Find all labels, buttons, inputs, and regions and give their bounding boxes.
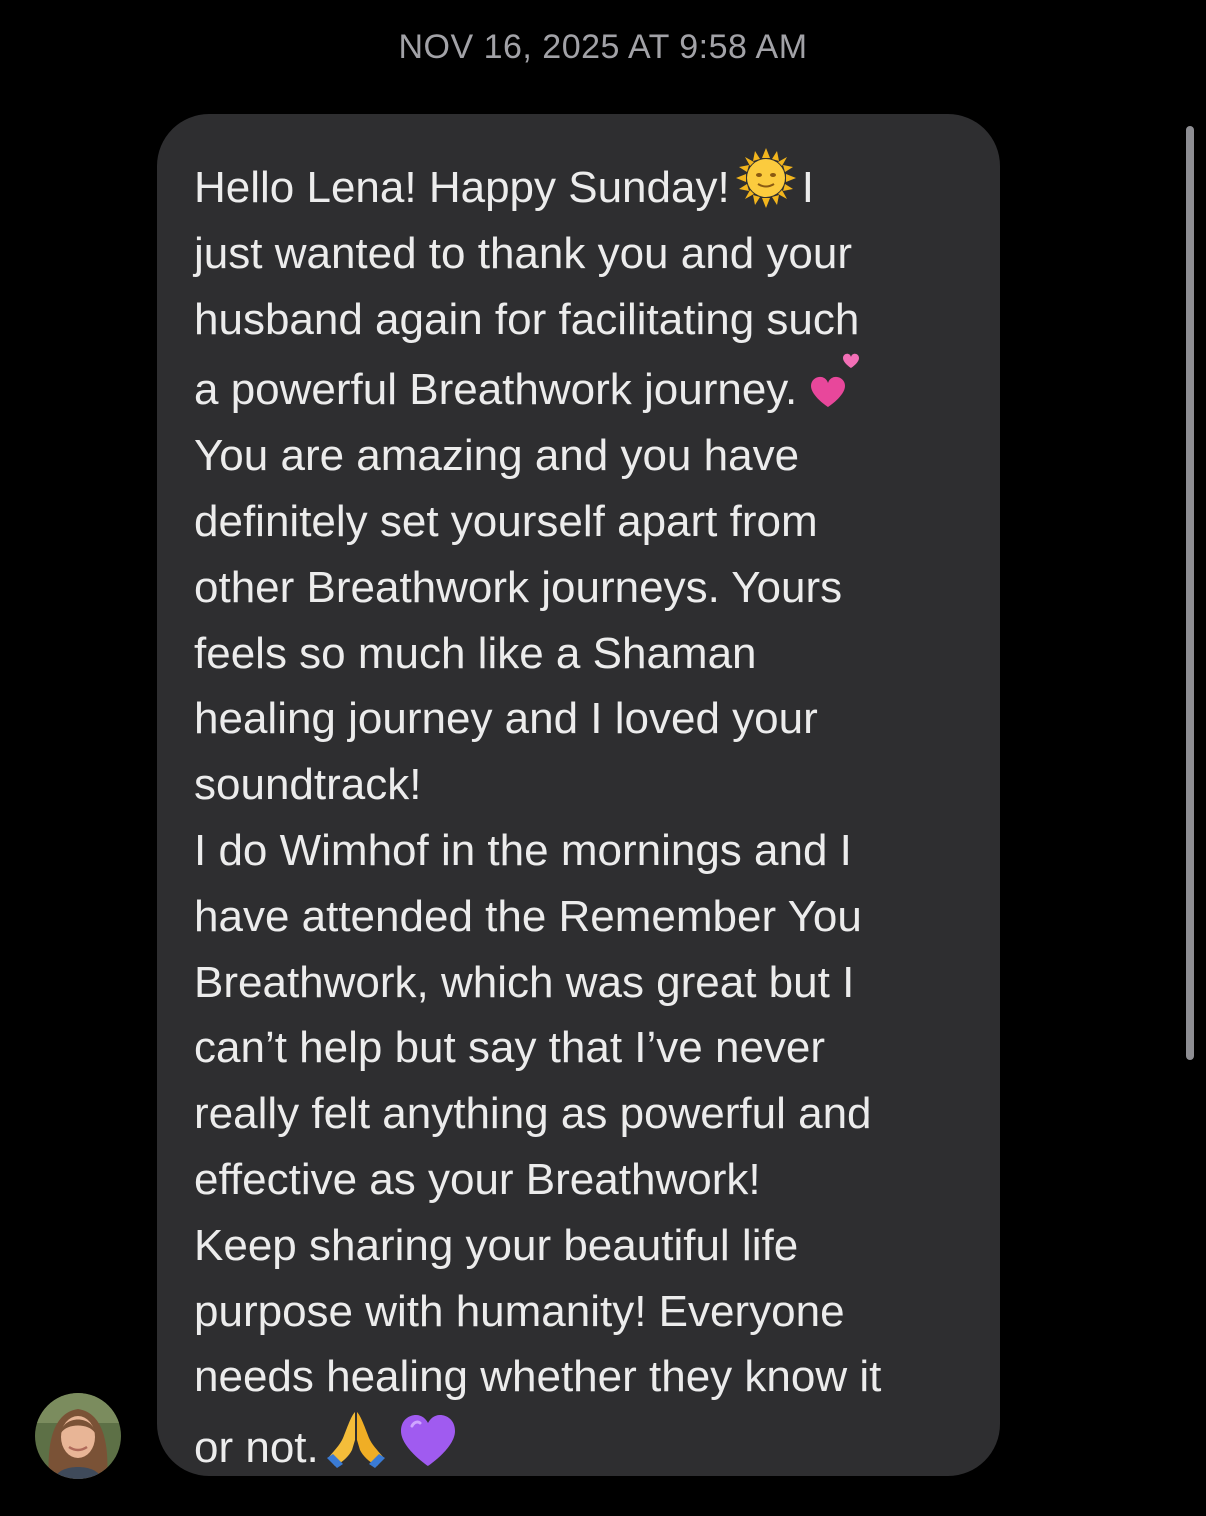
message-line: effective as your Breathwork! [194, 1154, 761, 1204]
message-line: healing journey and I loved your [194, 694, 818, 744]
message-line: really felt anything as powerful and [194, 1089, 872, 1139]
message-line: definitely set yourself apart from [194, 496, 818, 546]
folded-hands-icon [325, 1410, 387, 1469]
message-line: I do Wimhof in the mornings and I [194, 825, 852, 875]
message-line: You are amazing and you have [194, 431, 800, 481]
message-line: feels so much like a Shaman [194, 628, 757, 678]
two-hearts-icon [803, 352, 865, 410]
message-line: husband again for facilitating such [194, 294, 860, 344]
message-line: have attended the Remember You [194, 891, 862, 941]
scrollbar[interactable] [1186, 126, 1194, 1060]
message-line: or not. [194, 1410, 980, 1481]
message-line: needs healing whether they know it [194, 1352, 882, 1402]
sender-avatar[interactable] [35, 1393, 121, 1479]
message-line: can’t help but say that I’ve never [194, 1023, 826, 1073]
message-bubble[interactable]: Hello Lena! Happy Sunday! I just wanted … [157, 114, 1000, 1476]
message-line: Breathwork, which was great but I [194, 957, 855, 1007]
message-line: Hello Lena! Happy Sunday! I [194, 148, 980, 221]
message-line: purpose with humanity! Everyone [194, 1286, 845, 1336]
sun-with-face-icon [735, 148, 796, 208]
message-timestamp: NOV 16, 2025 AT 9:58 AM [398, 28, 808, 66]
message-line: a powerful Breathwork journey. [194, 352, 980, 423]
purple-heart-icon [399, 1414, 457, 1468]
message-line: other Breathwork journeys. Yours [194, 562, 843, 612]
message-line: soundtrack! [194, 760, 422, 810]
message-line: just wanted to thank you and your [194, 228, 852, 278]
message-line: Keep sharing your beautiful life [194, 1220, 799, 1270]
